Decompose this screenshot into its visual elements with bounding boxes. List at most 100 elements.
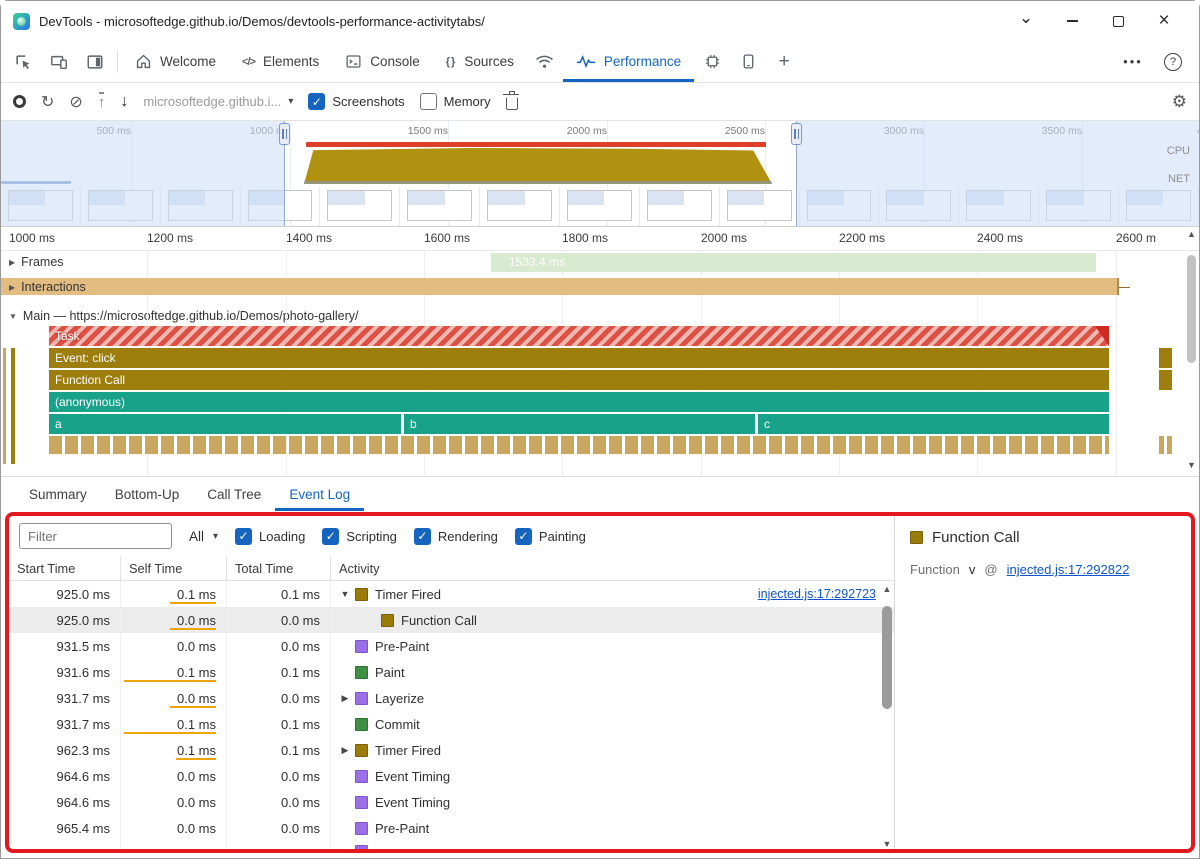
scripting-checkbox[interactable]: ✓ xyxy=(322,527,340,545)
flame-bar-c[interactable]: c xyxy=(758,414,1109,434)
load-profile-button[interactable]: ↑ xyxy=(98,92,105,111)
inspect-element-button[interactable] xyxy=(5,41,41,82)
screenshot-thumbnail[interactable] xyxy=(320,187,401,226)
selection-handle-right[interactable] xyxy=(791,121,802,226)
screenshots-checkbox[interactable]: ✓ xyxy=(308,93,326,110)
reload-and-record-button[interactable]: ↻ xyxy=(41,92,54,112)
device-emulation-button[interactable] xyxy=(41,41,77,82)
frames-track-header[interactable]: ▶ Frames xyxy=(9,255,64,269)
painting-filter[interactable]: ✓ Painting xyxy=(514,527,586,545)
flame-bar-anonymous[interactable]: (anonymous) xyxy=(49,392,1109,412)
screenshots-toggle[interactable]: ✓ Screenshots xyxy=(308,93,405,110)
selection-handle-left[interactable] xyxy=(279,121,290,226)
table-row[interactable]: 964.6 ms 0.0 ms 0.0 ms Event Timing xyxy=(9,789,894,815)
memory-toggle[interactable]: Memory xyxy=(419,93,491,110)
column-total-time[interactable]: Total Time xyxy=(227,556,331,580)
source-location-link[interactable]: injected.js:17:292723 xyxy=(758,587,876,601)
record-button[interactable] xyxy=(13,95,26,108)
tab-event-log[interactable]: Event Log xyxy=(275,477,364,511)
rendering-filter[interactable]: ✓ Rendering xyxy=(413,527,498,545)
help-button[interactable]: ? xyxy=(1155,52,1191,71)
table-row[interactable]: 962.3 ms 0.1 ms 0.1 ms ▶ Timer Fired xyxy=(9,737,894,763)
interactions-track-header[interactable]: ▶ Interactions xyxy=(9,280,86,294)
micro-task-bars[interactable] xyxy=(49,436,1109,454)
filter-input[interactable] xyxy=(19,523,172,549)
column-activity[interactable]: Activity xyxy=(331,556,894,580)
row-expander-icon[interactable]: ▶ xyxy=(337,745,353,756)
application-tool-button[interactable] xyxy=(730,41,766,82)
scroll-down-icon[interactable]: ▼ xyxy=(1187,460,1196,472)
scripting-filter[interactable]: ✓ Scripting xyxy=(322,527,397,545)
timeline-overview[interactable]: 500 ms 1000 ms 1500 ms 2000 ms 2500 ms 3… xyxy=(1,121,1199,227)
capture-settings-button[interactable]: ⚙ xyxy=(1172,92,1187,112)
save-profile-button[interactable]: ↓ xyxy=(120,93,128,111)
tab-call-tree[interactable]: Call Tree xyxy=(193,477,275,511)
scroll-up-icon[interactable]: ▲ xyxy=(1187,229,1196,241)
scroll-down-icon[interactable]: ▼ xyxy=(883,836,892,849)
scrollbar-thumb[interactable] xyxy=(882,606,892,709)
tab-summary[interactable]: Summary xyxy=(15,477,101,511)
flame-bar-function-call[interactable]: Function Call xyxy=(49,370,1109,390)
row-expander-icon[interactable]: ▶ xyxy=(337,693,353,704)
clear-button[interactable]: ⊘ xyxy=(69,92,82,112)
screenshot-thumbnail[interactable] xyxy=(640,187,720,226)
minimize-button[interactable] xyxy=(1049,3,1095,39)
flame-bar-b[interactable]: b xyxy=(404,414,755,434)
flame-bar-task[interactable]: Task xyxy=(49,326,1109,346)
event-log-scrollbar[interactable]: ▲ ▼ xyxy=(880,581,894,849)
source-location-link[interactable]: injected.js:17:292822 xyxy=(1007,562,1130,577)
flame-chart[interactable]: Task Event: click Function Call (anonymo… xyxy=(1,326,1199,476)
table-row[interactable]: 925.0 ms 0.0 ms 0.0 ms Function Call xyxy=(9,607,894,633)
flame-bar-event-click[interactable]: Event: click xyxy=(49,348,1109,368)
column-self-time[interactable]: Self Time xyxy=(121,556,227,580)
frames-track[interactable]: ▶ Frames 1533.4 ms xyxy=(1,251,1199,274)
function-label: Function xyxy=(910,562,960,577)
table-row[interactable]: 964.6 ms 0.0 ms 0.0 ms Event Timing xyxy=(9,763,894,789)
timeline-tracks[interactable]: 1000 ms 1200 ms 1400 ms 1600 ms 1800 ms … xyxy=(1,227,1199,477)
tab-elements[interactable]: </> Elements xyxy=(229,41,332,82)
trash-icon[interactable] xyxy=(502,90,519,110)
screenshot-thumbnail[interactable] xyxy=(480,187,561,226)
interactions-track[interactable]: ▶ Interactions xyxy=(1,274,1199,300)
scroll-up-icon[interactable]: ▲ xyxy=(883,581,892,594)
row-expander-icon[interactable]: ▼ xyxy=(337,589,353,599)
interaction-bar[interactable] xyxy=(1,278,1130,295)
main-track-header[interactable]: ▼ Main — https://microsoftedge.github.io… xyxy=(1,300,1199,326)
profile-selector[interactable]: microsoftedge.github.i... ▾ xyxy=(143,94,293,109)
table-row[interactable]: 931.7 ms 0.1 ms 0.1 ms Commit xyxy=(9,711,894,737)
maximize-button[interactable] xyxy=(1095,3,1141,39)
network-conditions-button[interactable] xyxy=(527,41,563,82)
window-chevron-button[interactable]: ⌄ xyxy=(1003,0,1049,36)
tracks-scrollbar[interactable]: ▲ ▼ xyxy=(1185,229,1198,472)
event-log-panel: All ▾ ✓ Loading ✓ Scripting ✓ Rendering … xyxy=(5,512,1195,853)
table-row[interactable]: 965.4 ms 0.0 ms 0.0 ms Pre-Paint xyxy=(9,815,894,841)
tab-console[interactable]: Console xyxy=(332,41,433,82)
flame-bar-a[interactable]: a xyxy=(49,414,401,434)
function-name: v xyxy=(968,562,976,577)
column-start-time[interactable]: Start Time xyxy=(9,556,121,580)
rendering-checkbox[interactable]: ✓ xyxy=(413,527,431,545)
dock-side-button[interactable] xyxy=(77,41,113,82)
close-button[interactable]: × xyxy=(1141,3,1187,39)
tab-performance[interactable]: Performance xyxy=(563,41,694,82)
duration-filter-dropdown[interactable]: All ▾ xyxy=(189,529,218,544)
tab-sources[interactable]: {} Sources xyxy=(433,41,527,82)
table-row[interactable]: 925.0 ms 0.1 ms 0.1 ms ▼ Timer Fired inj… xyxy=(9,581,894,607)
tab-bottom-up[interactable]: Bottom-Up xyxy=(101,477,194,511)
more-tabs-button[interactable]: + xyxy=(766,41,802,82)
memory-tool-button[interactable] xyxy=(694,41,730,82)
table-row[interactable]: 931.7 ms 0.0 ms 0.0 ms ▶ Layerize xyxy=(9,685,894,711)
more-options-button[interactable]: ••• xyxy=(1115,54,1151,69)
table-row[interactable]: 931.5 ms 0.0 ms 0.0 ms Pre-Paint xyxy=(9,633,894,659)
screenshot-thumbnail[interactable] xyxy=(560,187,640,226)
memory-checkbox[interactable] xyxy=(419,93,437,110)
loading-checkbox[interactable]: ✓ xyxy=(235,527,253,545)
tab-welcome[interactable]: Welcome xyxy=(122,41,229,82)
scrollbar-thumb[interactable] xyxy=(1187,255,1196,363)
loading-filter[interactable]: ✓ Loading xyxy=(235,527,305,545)
frame-bar[interactable]: 1533.4 ms xyxy=(491,253,1096,272)
screenshot-thumbnail[interactable] xyxy=(400,187,481,226)
painting-checkbox[interactable]: ✓ xyxy=(514,527,532,545)
table-row[interactable]: 931.6 ms 0.1 ms 0.1 ms Paint xyxy=(9,659,894,685)
screenshot-thumbnail[interactable] xyxy=(720,187,800,226)
